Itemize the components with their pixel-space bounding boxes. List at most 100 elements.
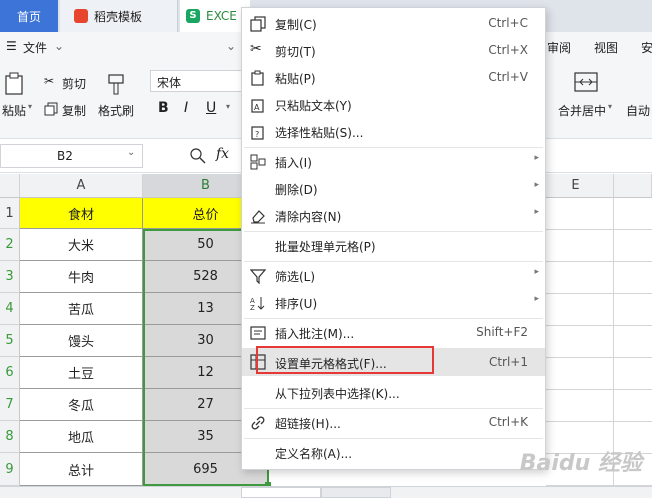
menu-item-pick-from-list[interactable]: 从下拉列表中选择(K)... [242, 380, 545, 406]
paste-large-icon[interactable] [4, 72, 24, 96]
cell-a1[interactable]: 食材 [20, 198, 143, 229]
menu-item-sort[interactable]: AZ 排序(U) ▸ [242, 290, 545, 316]
more-chevron-icon[interactable]: ⌄ [226, 39, 236, 53]
cell-a6[interactable]: 土豆 [20, 357, 143, 389]
menu-separator [244, 408, 543, 409]
cell-a9[interactable]: 总计 [20, 453, 143, 486]
tab-home-label: 首页 [16, 9, 41, 24]
menu-item-clear-contents[interactable]: 清除内容(N) ▸ [242, 203, 545, 229]
svg-text:A: A [254, 103, 260, 112]
underline-dropdown-icon[interactable]: ▾ [226, 102, 230, 111]
zoom-search-icon[interactable] [190, 148, 206, 164]
paste-dropdown-icon[interactable]: ▾ [28, 102, 32, 111]
empty-cells-area[interactable] [546, 198, 652, 486]
name-box-dropdown-icon[interactable]: ⌄ [127, 147, 135, 158]
column-header-e[interactable]: E [538, 174, 614, 198]
hamburger-icon[interactable]: ☰ [6, 39, 17, 53]
menu-item-cut[interactable]: ✂ 剪切(T) Ctrl+X [242, 38, 545, 64]
sheet-tab[interactable] [321, 487, 391, 498]
menu-security[interactable]: 安 [641, 39, 652, 56]
font-name-value: 宋体 [157, 76, 182, 90]
row-header-6[interactable]: 6 [0, 357, 20, 389]
menu-item-shortcut: Ctrl+C [488, 16, 528, 30]
insert-icon [250, 154, 266, 170]
select-all-corner[interactable] [0, 174, 20, 198]
tab-doc-label: 稻壳模板 [94, 9, 143, 24]
font-name-select[interactable]: 宋体 [150, 70, 242, 92]
menu-separator [244, 231, 543, 232]
cut-button[interactable]: 剪切 [62, 75, 86, 92]
menu-item-label: 从下拉列表中选择(K)... [275, 387, 400, 401]
copy-icon [250, 16, 266, 32]
menu-item-filter[interactable]: 筛选(L) ▸ [242, 263, 545, 289]
chevron-down-icon[interactable]: ⌄ [54, 39, 64, 53]
bold-button[interactable]: B [158, 100, 169, 116]
paste-text-icon: A [251, 99, 264, 113]
merge-dropdown-icon[interactable]: ▾ [608, 102, 612, 111]
menu-item-paste-special[interactable]: ? 选择性粘贴(S)... [242, 119, 545, 145]
row-header-4[interactable]: 4 [0, 293, 20, 325]
tab-docer-templates[interactable]: 稻壳模板 [60, 0, 178, 32]
row-header-3[interactable]: 3 [0, 261, 20, 293]
sheet-tab-strip [0, 486, 652, 498]
menu-item-insert-comment[interactable]: 插入批注(M)... Shift+F2 [242, 320, 545, 346]
italic-button[interactable]: I [184, 100, 188, 116]
menu-review[interactable]: 审阅 [547, 39, 571, 56]
row-header-7[interactable]: 7 [0, 389, 20, 421]
eraser-icon [251, 210, 265, 224]
submenu-arrow-icon: ▸ [534, 180, 539, 190]
cell-a7[interactable]: 冬瓜 [20, 389, 143, 421]
cell-a4[interactable]: 苦瓜 [20, 293, 143, 325]
cell-a5[interactable]: 馒头 [20, 325, 143, 357]
menu-item-shortcut: Ctrl+1 [488, 355, 528, 369]
comment-icon [250, 326, 266, 340]
menu-item-label: 筛选(L) [275, 270, 316, 284]
tab-excel-file[interactable]: S EXCE [180, 0, 250, 32]
menu-item-label: 粘贴(P) [275, 72, 316, 86]
menu-item-delete[interactable]: 删除(D) ▸ [242, 176, 545, 202]
column-header-a[interactable]: A [20, 174, 143, 198]
menu-item-label: 复制(C) [275, 18, 317, 32]
merge-center-button[interactable]: 合并居中 [558, 102, 606, 119]
menu-item-batch-process[interactable]: 批量处理单元格(P) [242, 233, 545, 259]
menu-item-define-name[interactable]: 定义名称(A)... [242, 440, 545, 466]
menu-separator [244, 318, 543, 319]
name-box[interactable]: B2 ⌄ [0, 144, 143, 168]
paste-button[interactable]: 粘贴 [2, 102, 26, 119]
insert-function-button[interactable]: fx [216, 146, 229, 162]
menu-item-copy[interactable]: 复制(C) Ctrl+C [242, 11, 545, 37]
menu-file[interactable]: 文件 [23, 39, 47, 56]
link-icon [251, 416, 265, 430]
menu-view[interactable]: 视图 [594, 39, 618, 56]
svg-text:?: ? [255, 130, 259, 139]
menu-item-hyperlink[interactable]: 超链接(H)... Ctrl+K [242, 410, 545, 436]
auto-wrap-button[interactable]: 自动 [626, 102, 650, 119]
menu-item-label: 剪切(T) [275, 45, 316, 59]
menu-item-label: 插入批注(M)... [275, 327, 355, 341]
menu-item-insert[interactable]: 插入(I) ▸ [242, 149, 545, 175]
menu-item-label: 插入(I) [275, 156, 312, 170]
copy-button[interactable]: 复制 [62, 102, 86, 119]
menu-item-shortcut: Shift+F2 [476, 325, 528, 339]
cell-a2[interactable]: 大米 [20, 229, 143, 261]
format-painter-button[interactable]: 格式刷 [98, 102, 134, 119]
format-painter-icon [108, 74, 124, 95]
menu-item-label: 选择性粘贴(S)... [275, 126, 364, 140]
row-header-5[interactable]: 5 [0, 325, 20, 357]
underline-button[interactable]: U [206, 100, 216, 116]
name-box-value: B2 [57, 149, 73, 163]
tab-home[interactable]: 首页 [0, 0, 58, 32]
cell-a8[interactable]: 地瓜 [20, 421, 143, 453]
cell-a3[interactable]: 牛肉 [20, 261, 143, 293]
menu-item-paste-text-only[interactable]: A 只粘贴文本(Y) [242, 92, 545, 118]
row-header-2[interactable]: 2 [0, 229, 20, 261]
menu-item-shortcut: Ctrl+K [488, 415, 528, 429]
row-header-1[interactable]: 1 [0, 198, 20, 229]
submenu-arrow-icon: ▸ [534, 153, 539, 163]
sheet-tab-active[interactable] [241, 487, 321, 498]
row-header-8[interactable]: 8 [0, 421, 20, 453]
row-header-9[interactable]: 9 [0, 453, 20, 486]
column-header-f[interactable] [614, 174, 652, 198]
spreadsheet-logo-icon: S [186, 9, 200, 23]
menu-item-paste[interactable]: 粘贴(P) Ctrl+V [242, 65, 545, 91]
